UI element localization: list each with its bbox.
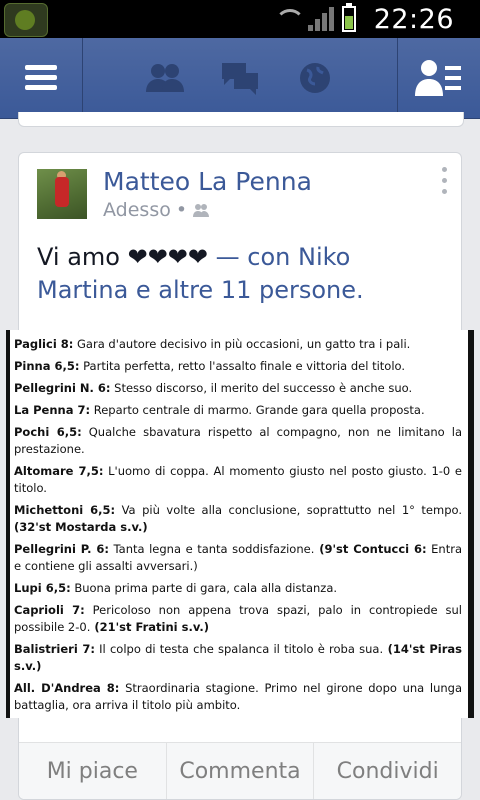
player-rating: Paglici 8:	[14, 337, 74, 351]
player-comment: Buona prima parte di gara, cala alla dis…	[70, 581, 338, 595]
player-rating: Altomare 7,5:	[14, 464, 104, 478]
player-comment: Reparto centrale di marmo. Grande gara q…	[90, 403, 425, 417]
clipping-line: Lupi 6,5: Buona prima parte di gara, cal…	[14, 580, 462, 597]
post-meta: Adesso •	[103, 199, 210, 221]
player-comment: Qualche sbavatura rispetto al compagno, …	[14, 425, 463, 456]
substitution: (21'st Fratini s.v.)	[90, 620, 210, 634]
messages-icon[interactable]	[212, 38, 268, 118]
status-icons: 22:26	[274, 0, 454, 38]
clipping-line: Pinna 6,5: Partita perfetta, retto l'ass…	[14, 358, 462, 375]
with-prefix: — con	[208, 243, 299, 271]
player-rating: Lupi 6,5:	[14, 581, 71, 595]
app-notification-icon	[4, 3, 48, 37]
clipping-line: All. D'Andrea 8: Straordinaria stagione.…	[14, 680, 462, 714]
player-rating: Pochi 6,5:	[14, 425, 82, 439]
clipping-line: Pellegrini N. 6: Stesso discorso, il mer…	[14, 380, 462, 397]
avatar[interactable]	[37, 169, 87, 219]
signal-icon	[307, 7, 334, 31]
share-button[interactable]: Condividi	[314, 743, 461, 799]
friends-icon	[193, 204, 210, 217]
clipping-line: Paglici 8: Gara d'autore decisivo in più…	[14, 336, 462, 353]
player-comment: Il colpo di testa che spalanca il titolo…	[94, 642, 384, 656]
feed-post: Matteo La Penna Adesso • Vi amo ❤❤❤❤ — c…	[6, 152, 474, 800]
post-text: Vi amo ❤❤❤❤ — con Niko Martina e altre 1…	[37, 241, 447, 307]
clipping-line: La Penna 7: Reparto centrale di marmo. G…	[14, 402, 462, 419]
separator-dot: •	[175, 199, 188, 221]
clipping-line: Caprioli 7: Pericoloso non appena trova …	[14, 602, 462, 636]
people-list-button[interactable]	[397, 38, 480, 118]
clipping-line: Balistrieri 7: Il colpo di testa che spa…	[14, 641, 462, 675]
player-comment: Stesso discorso, il merito del successo …	[110, 381, 413, 395]
status-bar: 22:26	[0, 0, 480, 38]
like-button[interactable]: Mi piace	[19, 743, 167, 799]
player-rating: Pinna 6,5:	[14, 359, 80, 373]
menu-icon	[25, 65, 57, 91]
post-photo[interactable]: Paglici 8: Gara d'autore decisivo in più…	[6, 330, 474, 718]
substitution: (9'st Contucci 6:	[314, 542, 427, 556]
player-comment: Tanta legna e tanta soddisfazione.	[108, 542, 315, 556]
player-rating: Michettoni 6,5:	[14, 503, 116, 517]
player-comment: Partita perfetta, retto l'assalto finale…	[79, 359, 406, 373]
post-actions: Mi piace Commenta Condividi	[19, 742, 461, 799]
clock: 22:26	[373, 3, 454, 35]
people-list-icon	[415, 60, 461, 96]
player-rating: Pellegrini N. 6:	[14, 381, 111, 395]
comment-button[interactable]: Commenta	[167, 743, 315, 799]
post-message: Vi amo ❤❤❤❤	[37, 243, 209, 271]
player-rating: Balistrieri 7:	[14, 642, 95, 656]
post-author[interactable]: Matteo La Penna	[103, 167, 312, 196]
player-rating: Pellegrini P. 6:	[14, 542, 109, 556]
wifi-icon	[274, 8, 305, 30]
clipping-line: Pochi 6,5: Qualche sbavatura rispetto al…	[14, 424, 462, 458]
player-rating: La Penna 7:	[14, 403, 91, 417]
player-rating: Caprioli 7:	[14, 603, 85, 617]
player-comment: Gara d'autore decisivo in più occasioni,…	[73, 337, 411, 351]
newspaper-clipping: Paglici 8: Gara d'autore decisivo in più…	[10, 330, 468, 714]
friend-requests-icon[interactable]	[140, 38, 190, 118]
substitution: (32'st Mostarda s.v.)	[14, 520, 148, 534]
post-timestamp[interactable]: Adesso	[103, 199, 171, 221]
more-options-button[interactable]	[439, 167, 449, 197]
previous-card-edge	[18, 112, 464, 127]
notifications-globe-icon[interactable]	[290, 38, 340, 118]
player-comment: Va più volte alla conclusione, soprattut…	[115, 503, 462, 517]
clipping-line: Altomare 7,5: L'uomo di coppa. Al moment…	[14, 463, 462, 497]
clipping-line: Michettoni 6,5: Va più volte alla conclu…	[14, 502, 462, 536]
top-nav-bar	[0, 38, 480, 119]
menu-button[interactable]	[0, 38, 83, 118]
player-rating: All. D'Andrea 8:	[14, 681, 120, 695]
clipping-line: Pellegrini P. 6: Tanta legna e tanta sod…	[14, 541, 462, 575]
battery-icon	[341, 3, 356, 32]
